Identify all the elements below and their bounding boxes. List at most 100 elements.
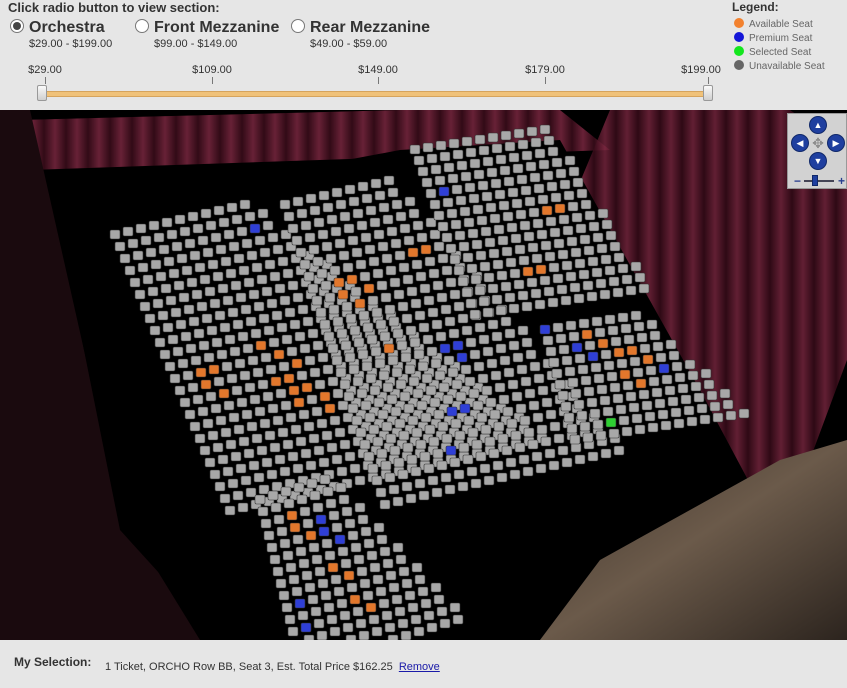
seat-unavailable[interactable] [594, 327, 606, 338]
seat-unavailable[interactable] [603, 360, 615, 371]
seat-unavailable[interactable] [289, 319, 301, 330]
seat-unavailable[interactable] [501, 445, 513, 456]
seat-unavailable[interactable] [605, 230, 617, 241]
seat-unavailable[interactable] [359, 439, 371, 450]
seat-unavailable[interactable] [268, 337, 280, 348]
seat-unavailable[interactable] [443, 162, 455, 173]
seat-unavailable[interactable] [267, 490, 279, 501]
seat-unavailable[interactable] [638, 389, 650, 400]
seat-unavailable[interactable] [514, 244, 526, 255]
seat-unavailable[interactable] [299, 259, 311, 270]
seat-unavailable[interactable] [400, 352, 412, 363]
seat-premium[interactable] [315, 514, 327, 525]
seat-unavailable[interactable] [476, 215, 488, 226]
seat-unavailable[interactable] [150, 259, 162, 270]
seat-unavailable[interactable] [386, 394, 398, 405]
seat-unavailable[interactable] [371, 475, 383, 486]
seat-unavailable[interactable] [587, 256, 599, 267]
seat-unavailable[interactable] [194, 262, 206, 273]
price-range-slider[interactable] [42, 91, 708, 97]
seat-unavailable[interactable] [262, 391, 274, 402]
seat-available[interactable] [626, 345, 638, 356]
seat-unavailable[interactable] [414, 310, 426, 321]
seat-unavailable[interactable] [344, 451, 356, 462]
seat-unavailable[interactable] [382, 558, 394, 569]
seat-unavailable[interactable] [529, 172, 541, 183]
seat-unavailable[interactable] [490, 370, 502, 381]
seat-unavailable[interactable] [623, 334, 635, 345]
seat-unavailable[interactable] [306, 478, 318, 489]
seat-unavailable[interactable] [166, 229, 178, 240]
seat-unavailable[interactable] [472, 400, 484, 411]
seat-unavailable[interactable] [548, 262, 560, 273]
seat-unavailable[interactable] [310, 606, 322, 617]
seat-unavailable[interactable] [440, 304, 452, 315]
seat-unavailable[interactable] [439, 618, 451, 629]
seat-unavailable[interactable] [524, 196, 536, 207]
seat-unavailable[interactable] [479, 261, 491, 272]
seat-unavailable[interactable] [253, 472, 265, 483]
seat-available[interactable] [283, 373, 295, 384]
seat-unavailable[interactable] [500, 281, 512, 292]
seat-unavailable[interactable] [414, 574, 426, 585]
seat-unavailable[interactable] [109, 229, 121, 240]
seat-unavailable[interactable] [657, 409, 669, 420]
seat-unavailable[interactable] [652, 341, 664, 352]
seat-unavailable[interactable] [245, 316, 257, 327]
seat-premium[interactable] [438, 186, 450, 197]
seat-unavailable[interactable] [367, 295, 379, 306]
seat-unavailable[interactable] [389, 277, 401, 288]
seat-unavailable[interactable] [198, 340, 210, 351]
seat-unavailable[interactable] [199, 445, 211, 456]
seat-unavailable[interactable] [323, 331, 335, 342]
seat-unavailable[interactable] [183, 304, 195, 315]
seat-unavailable[interactable] [556, 284, 568, 295]
seat-unavailable[interactable] [580, 199, 592, 210]
seat-unavailable[interactable] [441, 265, 453, 276]
seat-unavailable[interactable] [368, 424, 380, 435]
seat-unavailable[interactable] [135, 223, 147, 234]
seat-unavailable[interactable] [153, 232, 165, 243]
seat-premium[interactable] [452, 340, 464, 351]
seat-unavailable[interactable] [542, 170, 554, 181]
seat-unavailable[interactable] [379, 546, 391, 557]
seat-unavailable[interactable] [408, 376, 420, 387]
seat-unavailable[interactable] [393, 289, 405, 300]
seat-unavailable[interactable] [427, 307, 439, 318]
seat-unavailable[interactable] [324, 550, 336, 561]
seat-unavailable[interactable] [485, 397, 497, 408]
seat-unavailable[interactable] [267, 232, 279, 243]
seat-unavailable[interactable] [469, 158, 481, 169]
seat-unavailable[interactable] [307, 594, 319, 605]
seat-unavailable[interactable] [645, 365, 657, 376]
seat-unavailable[interactable] [644, 411, 656, 422]
seat-unavailable[interactable] [449, 254, 461, 265]
seat-unavailable[interactable] [474, 285, 486, 296]
seat-unavailable[interactable] [349, 463, 361, 474]
seat-unavailable[interactable] [350, 542, 362, 553]
radio-rear-mezzanine[interactable] [291, 19, 305, 33]
seat-unavailable[interactable] [383, 175, 395, 186]
seat-unavailable[interactable] [282, 268, 294, 279]
seat-unavailable[interactable] [434, 370, 446, 381]
seat-unavailable[interactable] [468, 388, 480, 399]
seat-unavailable[interactable] [238, 436, 250, 447]
seat-unavailable[interactable] [260, 518, 272, 529]
seat-unavailable[interactable] [503, 367, 515, 378]
pan-down-icon[interactable]: ▼ [809, 152, 827, 170]
seat-unavailable[interactable] [233, 253, 245, 264]
seat-unavailable[interactable] [597, 208, 609, 219]
seat-unavailable[interactable] [467, 228, 479, 239]
seat-unavailable[interactable] [561, 457, 573, 468]
seat-unavailable[interactable] [696, 403, 708, 414]
seat-unavailable[interactable] [561, 260, 573, 271]
seat-unavailable[interactable] [292, 463, 304, 474]
seat-unavailable[interactable] [443, 355, 455, 366]
seat-unavailable[interactable] [347, 235, 359, 246]
seat-unavailable[interactable] [324, 292, 336, 303]
seat-unavailable[interactable] [182, 370, 194, 381]
seat-unavailable[interactable] [511, 391, 523, 402]
seat-unavailable[interactable] [540, 240, 552, 251]
seat-unavailable[interactable] [381, 421, 393, 432]
seat-unavailable[interactable] [583, 245, 595, 256]
